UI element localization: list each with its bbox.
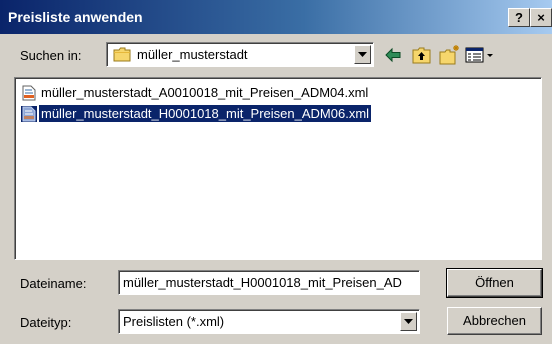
view-menu-icon: [465, 47, 493, 63]
title-bar[interactable]: Preisliste anwenden ? ×: [0, 0, 552, 34]
filetype-label: Dateityp:: [20, 315, 72, 330]
file-list[interactable]: müller_musterstadt_A0010018_mit_Preisen_…: [14, 77, 542, 260]
window-title: Preisliste anwenden: [8, 9, 143, 25]
file-name: müller_musterstadt_H0001018_mit_Preisen_…: [39, 105, 372, 122]
lookin-label: Suchen in:: [20, 48, 82, 63]
filetype-dropdown-button[interactable]: [400, 312, 417, 331]
file-item-adm06[interactable]: müller_musterstadt_H0001018_mit_Preisen_…: [21, 104, 441, 124]
lookin-value: müller_musterstadt: [137, 47, 248, 62]
open-file-dialog: Preisliste anwenden ? × Suchen in: mülle…: [0, 0, 552, 344]
filetype-value: Preislisten (*.xml): [123, 314, 225, 329]
file-name: müller_musterstadt_A0010018_mit_Preisen_…: [41, 85, 369, 100]
cancel-button[interactable]: Abbrechen: [447, 307, 542, 335]
back-arrow-icon: [385, 47, 401, 63]
lookin-dropdown-button[interactable]: [354, 45, 371, 64]
chevron-down-icon: [358, 52, 367, 57]
filename-value: müller_musterstadt_H0001018_mit_Preisen_…: [123, 275, 402, 290]
xml-file-icon: [21, 106, 37, 122]
help-button[interactable]: ?: [508, 8, 530, 27]
view-menu-button[interactable]: [464, 44, 496, 66]
up-folder-icon: [412, 47, 431, 64]
back-button[interactable]: [382, 44, 404, 66]
open-button[interactable]: Öffnen: [446, 268, 543, 298]
lookin-combo[interactable]: müller_musterstadt: [106, 42, 374, 67]
filename-input[interactable]: müller_musterstadt_H0001018_mit_Preisen_…: [118, 270, 420, 295]
close-button[interactable]: ×: [530, 8, 552, 27]
filetype-combo[interactable]: Preislisten (*.xml): [118, 309, 420, 334]
folder-icon: [113, 47, 131, 67]
file-item-adm04[interactable]: müller_musterstadt_A0010018_mit_Preisen_…: [21, 83, 441, 103]
chevron-down-icon: [404, 319, 413, 324]
up-one-level-button[interactable]: [411, 44, 433, 66]
new-folder-icon: [439, 45, 459, 65]
xml-file-icon: [22, 85, 36, 101]
new-folder-button[interactable]: [438, 44, 460, 66]
filename-label: Dateiname:: [20, 276, 87, 291]
